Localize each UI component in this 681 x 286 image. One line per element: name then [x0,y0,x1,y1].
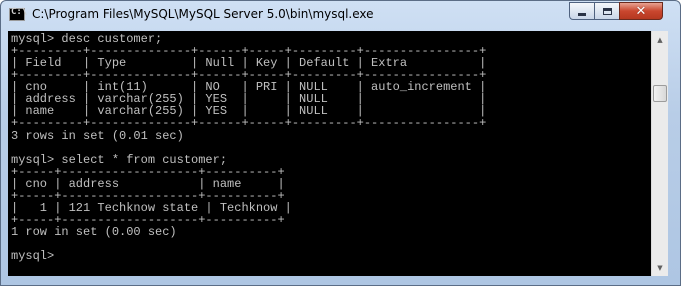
prompt-glyph: C:\ [11,7,28,17]
console-line: 1 row in set (0.00 sec) [11,225,177,239]
scroll-down-button[interactable]: ▼ [652,259,668,276]
title-bar[interactable]: C:\ C:\Program Files\MySQL\MySQL Server … [1,1,680,29]
console-output[interactable]: mysql> desc customer; +---------+-------… [8,31,651,276]
close-button[interactable]: ✕ [619,2,663,20]
maximize-button[interactable] [594,2,620,20]
console-line: mysql> [11,249,55,264]
scroll-up-icon: ▲ [657,35,663,44]
console-app-icon[interactable]: C:\ [9,7,28,21]
scroll-thumb[interactable] [653,85,667,102]
console-window: C:\ C:\Program Files\MySQL\MySQL Server … [0,0,681,286]
minimize-button[interactable] [569,2,595,20]
maximize-icon [602,7,612,15]
vertical-scrollbar[interactable]: ▲ ▼ [651,31,668,276]
minimize-icon [578,12,586,16]
console-text: mysql> desc customer; +---------+-------… [8,31,651,262]
scroll-up-button[interactable]: ▲ [652,31,668,48]
window-title: C:\Program Files\MySQL\MySQL Server 5.0\… [32,7,374,21]
scroll-down-icon: ▼ [657,263,663,272]
console-line: 3 rows in set (0.01 sec) [11,128,184,143]
close-icon: ✕ [635,3,647,19]
